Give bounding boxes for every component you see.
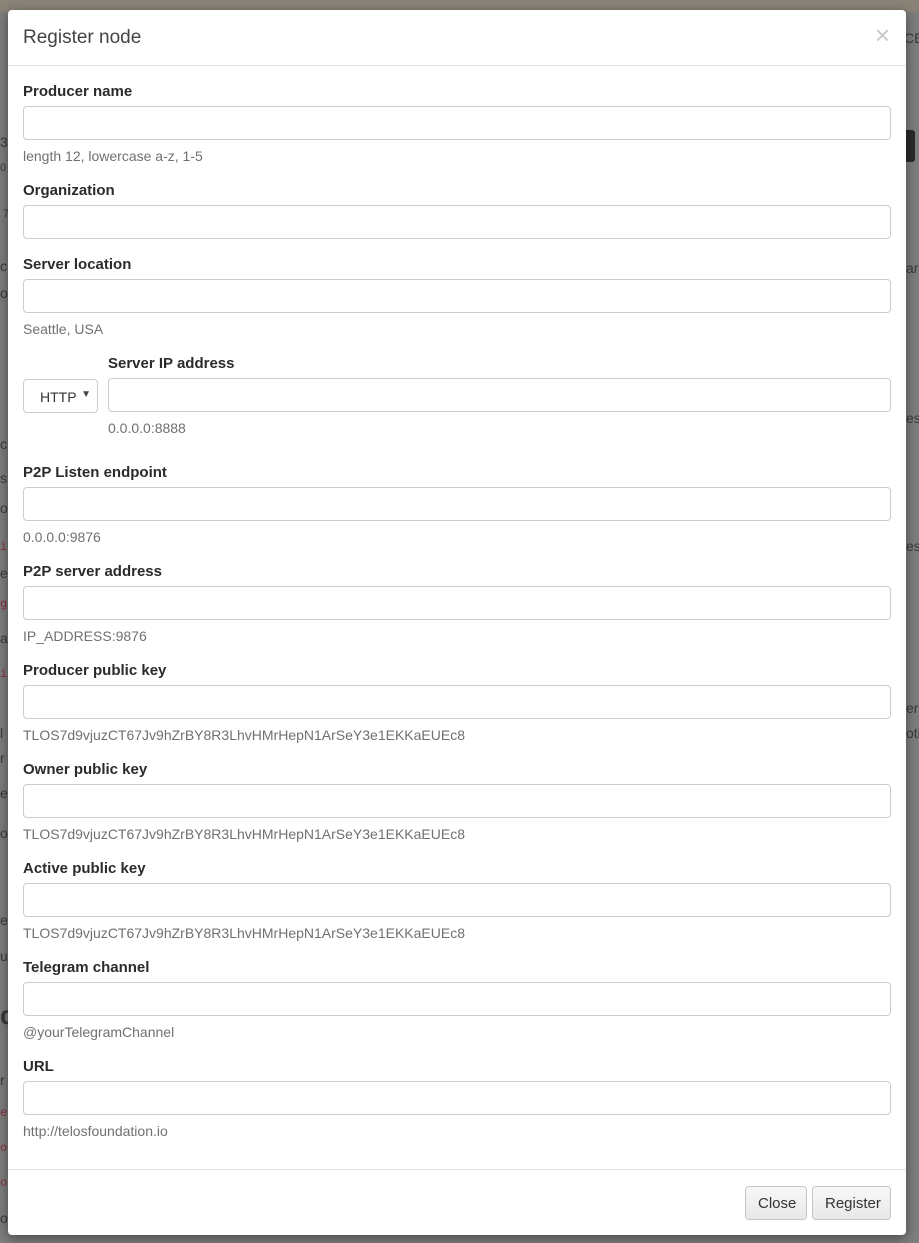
p2p-server-input[interactable] [23,586,891,620]
server-ip-label: Server IP address [108,355,235,372]
background-text: CE [904,30,919,46]
organization-input[interactable] [23,205,891,239]
server-location-input[interactable] [23,279,891,313]
server-location-label: Server location [23,256,132,273]
producer-key-help: TLOS7d9vjuzCT67Jv9hZrBY8R3LhvHMrHepN1ArS… [23,727,465,743]
background-text: er [906,700,919,716]
protocol-select[interactable]: HTTP ▼ [23,379,98,413]
producer-name-help: length 12, lowercase a-z, 1-5 [23,148,203,164]
owner-key-label: Owner public key [23,761,148,778]
active-key-input[interactable] [23,883,891,917]
background-text: o [0,285,8,301]
background-text: o [0,825,8,841]
background-text: ar [906,260,919,276]
telegram-input[interactable] [23,982,891,1016]
background-text: c [0,258,7,274]
producer-name-label: Producer name [23,83,133,100]
background-code-text: i [0,667,8,681]
active-key-label: Active public key [23,860,146,877]
telegram-help: @yourTelegramChannel [23,1024,175,1040]
close-button[interactable]: Close [745,1186,807,1220]
url-help: http://telosfoundation.io [23,1123,168,1139]
url-input[interactable] [23,1081,891,1115]
background-text: e [0,785,8,801]
background-text: oti [906,725,919,741]
producer-key-input[interactable] [23,685,891,719]
owner-key-help: TLOS7d9vjuzCT67Jv9hZrBY8R3LhvHMrHepN1ArS… [23,826,465,842]
background-text: e [0,912,8,928]
modal-footer: Close Register [8,1169,906,1235]
background-code-text: o [0,1176,8,1190]
background-code-text: g [0,597,8,611]
protocol-selected-value: HTTP [40,389,77,405]
background-text: es [906,538,919,554]
producer-name-input[interactable] [23,106,891,140]
owner-key-input[interactable] [23,784,891,818]
background-code-text: e [0,1106,8,1120]
chevron-down-icon: ▼ [81,389,91,400]
background-text: c [0,436,7,452]
background-text: o [0,1210,8,1226]
p2p-server-help: IP_ADDRESS:9876 [23,628,147,644]
background-text: es i [906,410,919,426]
url-label: URL [23,1058,54,1075]
p2p-listen-label: P2P Listen endpoint [23,464,167,481]
background-text: r [0,750,5,766]
close-icon[interactable]: × [875,22,890,48]
organization-label: Organization [23,182,115,199]
register-node-modal: Register node × Producer name length 12,… [8,10,906,1235]
background-code-text: o [0,1141,8,1155]
server-ip-input[interactable] [108,378,891,412]
background-code-text: i [0,540,8,554]
background-text: a [0,630,8,646]
background-text: o [0,500,8,516]
server-location-help: Seattle, USA [23,321,104,337]
background-text: r [0,1072,5,1088]
background-text: u [0,948,8,964]
p2p-server-label: P2P server address [23,563,162,580]
telegram-label: Telegram channel [23,959,150,976]
producer-key-label: Producer public key [23,662,167,679]
modal-header: Register node × [8,10,906,66]
background-text: l [0,725,4,741]
background-text: 0 [0,162,7,174]
active-key-help: TLOS7d9vjuzCT67Jv9hZrBY8R3LhvHMrHepN1ArS… [23,925,465,941]
modal-title: Register node [23,27,142,48]
background-text: s [0,470,7,486]
p2p-listen-help: 0.0.0.0:9876 [23,529,101,545]
register-button[interactable]: Register [812,1186,891,1220]
server-ip-help: 0.0.0.0:8888 [108,420,186,436]
p2p-listen-input[interactable] [23,487,891,521]
